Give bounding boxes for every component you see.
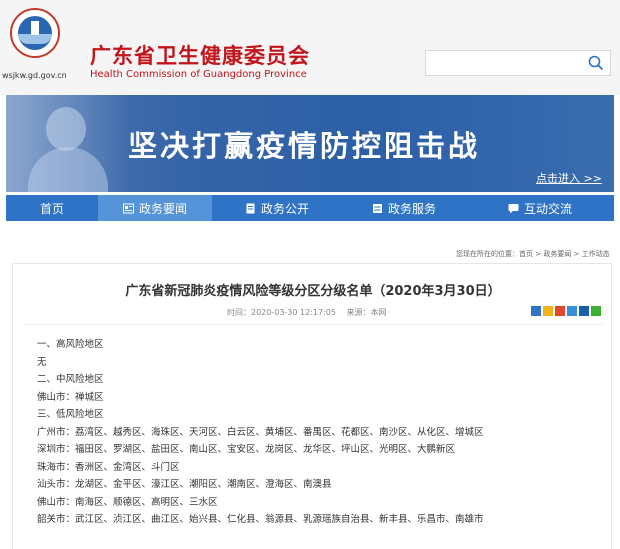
medical-worker-image: [6, 95, 126, 192]
nav-item-services[interactable]: 政务服务: [342, 195, 466, 221]
site-header: wsjkw.gd.gov.cn 广东省卫生健康委员会 Health Commis…: [0, 0, 620, 95]
article-line: 广州市：荔湾区、越秀区、海珠区、天河区、白云区、黄埔区、番禺区、花都区、南沙区、…: [37, 426, 484, 438]
share-qzone-icon[interactable]: [543, 306, 553, 316]
news-icon: [122, 203, 134, 213]
article-time: 时间：2020-03-30 12:17:05: [227, 308, 336, 317]
nav-item-news[interactable]: 政务要闻: [98, 195, 212, 221]
divider: [23, 324, 603, 325]
article-source: 来源：本网: [346, 308, 387, 317]
document-icon: [246, 203, 255, 213]
search-icon[interactable]: [588, 55, 604, 71]
share-renren-icon[interactable]: [579, 306, 589, 316]
article-line: 珠海市：香洲区、金湾区、斗门区: [37, 461, 180, 473]
site-subtitle: Health Commission of Guangdong Province: [90, 69, 307, 80]
article-line: 三、低风险地区: [37, 409, 104, 420]
nav-item-interaction[interactable]: 互动交流: [466, 195, 614, 221]
chat-icon: [508, 203, 519, 213]
share-weibo-icon[interactable]: [555, 306, 565, 316]
nav-item-disclosure[interactable]: 政务公开: [212, 195, 342, 221]
share-tencent-icon[interactable]: [567, 306, 577, 316]
share-wechat-icon[interactable]: [591, 306, 601, 316]
share-bar: [531, 306, 601, 316]
nav-item-home[interactable]: 首页: [6, 195, 98, 221]
main-nav: 首页 政务要闻 政务公开 政务服务 互动交流: [6, 195, 614, 221]
article-title: 广东省新冠肺炎疫情风险等级分区分级名单（2020年3月30日）: [125, 284, 501, 299]
article-line: 深圳市：福田区、罗湖区、盐田区、南山区、宝安区、龙岗区、龙华区、坪山区、光明区、…: [37, 444, 456, 455]
nav-item-label: 政务要闻: [138, 201, 187, 216]
share-more-icon[interactable]: [531, 306, 541, 316]
nav-item-label: 政务服务: [387, 201, 436, 216]
article-line: 佛山市：禅城区: [37, 391, 104, 403]
nav-item-label: 政务公开: [260, 201, 309, 216]
article-line: 无: [37, 356, 47, 368]
breadcrumb: 您现在所在的位置：首页 > 政务要闻 > 工作动态: [456, 249, 610, 259]
article-line: 汕头市：龙湖区、金平区、濠江区、潮阳区、潮南区、澄海区、南澳县: [37, 479, 332, 490]
article-line: 一、高风险地区: [37, 339, 104, 350]
article-line: 二、中风险地区: [37, 374, 104, 385]
article-container: 广东省新冠肺炎疫情风险等级分区分级名单（2020年3月30日） 时间：2020-…: [12, 263, 612, 549]
site-title[interactable]: 广东省卫生健康委员会: [90, 40, 310, 70]
site-domain: wsjkw.gd.gov.cn: [2, 71, 67, 80]
article-line: 佛山市：南海区、顺德区、高明区、三水区: [37, 496, 218, 508]
breadcrumb-prefix: 您现在所在的位置：: [456, 250, 519, 258]
search-input[interactable]: [425, 50, 611, 76]
banner-title: 坚决打赢疫情防控阻击战: [128, 129, 481, 163]
service-icon: [372, 203, 382, 213]
campaign-banner[interactable]: 坚决打赢疫情防控阻击战 点击进入 >>: [6, 95, 614, 192]
banner-enter-link[interactable]: 点击进入 >>: [536, 170, 602, 186]
article-meta: 时间：2020-03-30 12:17:05 来源：本网: [227, 307, 395, 318]
article-body: 一、高风险地区 无 二、中风险地区 佛山市：禅城区 三、低风险地区 广州市：荔湾…: [37, 336, 484, 529]
nav-item-label: 首页: [39, 201, 64, 216]
article-line: 韶关市：武江区、浈江区、曲江区、始兴县、仁化县、翁源县、乳源瑶族自治县、新丰县、…: [37, 514, 484, 525]
nav-item-label: 互动交流: [523, 201, 572, 216]
breadcrumb-path[interactable]: 首页 > 政务要闻 > 工作动态: [519, 250, 610, 258]
commission-logo-icon[interactable]: [10, 8, 60, 58]
